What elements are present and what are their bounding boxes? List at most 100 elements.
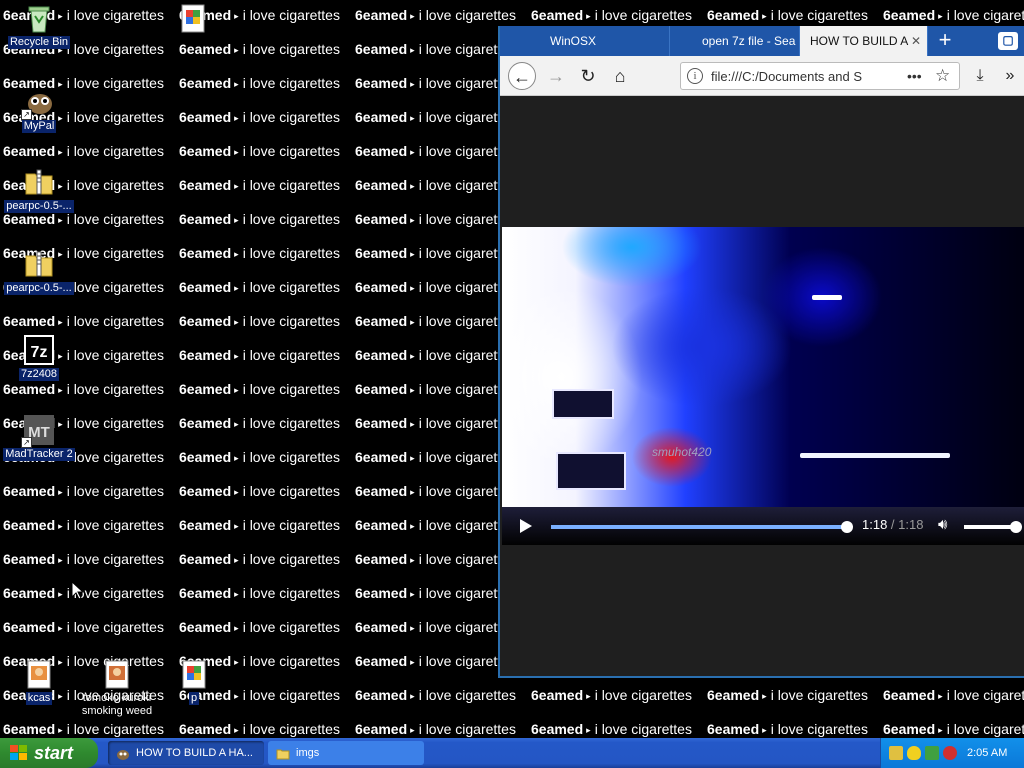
desktop-icon-p[interactable]: p xyxy=(156,658,232,708)
wallpaper-phrase: i love cigarettes xyxy=(66,721,164,737)
wallpaper-text: 6eamed▸i love cigarettes xyxy=(3,549,179,570)
wallpaper-arrow-icon: ▸ xyxy=(234,249,239,259)
wallpaper-text: 6eamed▸i love cigarettes xyxy=(179,311,355,332)
play-icon[interactable] xyxy=(520,519,532,533)
start-button[interactable]: start xyxy=(0,738,98,768)
download-icon[interactable]: ⤓ xyxy=(968,62,992,90)
wallpaper-arrow-icon: ▸ xyxy=(234,181,239,191)
tab-open-7z-search[interactable]: open 7z file - Sea xyxy=(692,26,800,56)
site-info-icon[interactable]: i xyxy=(687,68,703,84)
folder-icon xyxy=(276,746,290,760)
home-button[interactable]: ⌂ xyxy=(606,62,634,90)
desktop-icon-kcas[interactable]: kcas xyxy=(1,658,77,708)
volume-slider[interactable] xyxy=(964,521,1022,533)
clock[interactable]: 2:05 AM xyxy=(967,738,1007,768)
wallpaper-text: 6eamed▸i love cigarettes xyxy=(3,141,179,162)
wallpaper-phrase: i love cigarettes xyxy=(242,75,340,91)
url-text[interactable]: file:///C:/Documents and S xyxy=(711,63,871,91)
back-button[interactable]: ← xyxy=(508,62,536,90)
alert-shield-icon[interactable] xyxy=(943,746,957,760)
new-tab-button[interactable]: + xyxy=(930,26,960,56)
wallpaper-arrow-icon: ▸ xyxy=(410,623,415,633)
page-actions-button[interactable]: ••• xyxy=(907,63,922,89)
wallpaper-text: 6eamed▸i love cigarettes xyxy=(355,685,531,706)
wallpaper-arrow-icon: ▸ xyxy=(58,623,63,633)
wallpaper-phrase: i love cigarettes xyxy=(66,211,164,227)
wallpaper-brand: 6eamed xyxy=(179,211,232,227)
wallpaper-arrow-icon: ▸ xyxy=(234,385,239,395)
video-frame-detail xyxy=(552,389,614,419)
wallpaper-phrase: i love cigarettes xyxy=(242,41,340,57)
desktop-icon-madtracker[interactable]: MT ↗ MadTracker 2 xyxy=(1,414,77,464)
desktop-icon-pearpc-1[interactable]: pearpc-0.5-... xyxy=(1,166,77,216)
wallpaper-brand: 6eamed xyxy=(531,687,584,703)
navigation-toolbar: ← → ↻ ⌂ i file:///C:/Documents and S •••… xyxy=(500,56,1024,96)
security-shield-icon[interactable] xyxy=(907,746,921,760)
wallpaper-brand: 6eamed xyxy=(707,721,760,737)
wallpaper-brand: 6eamed xyxy=(3,551,56,567)
wallpaper-text: 6eamed▸i love cigarettes xyxy=(531,685,707,706)
wallpaper-text: 6eamed▸i love cigarettes xyxy=(707,685,883,706)
wallpaper-brand: 6eamed xyxy=(355,279,408,295)
wallpaper-arrow-icon: ▸ xyxy=(410,113,415,123)
tab-winosx[interactable]: WinOSX xyxy=(540,26,670,56)
desktop-icon-7z2408[interactable]: 7z 7z2408 xyxy=(1,334,77,384)
wallpaper-phrase: i love cigarettes xyxy=(66,109,164,125)
wallpaper-phrase: i love cigarettes xyxy=(242,211,340,227)
image-file-icon xyxy=(101,658,133,690)
close-icon[interactable]: ✕ xyxy=(911,26,921,56)
wallpaper-brand: 6eamed xyxy=(355,347,408,363)
desktop-icon-tomoko[interactable]: tomoko kuroki smoking weed xyxy=(79,658,155,721)
wallpaper-arrow-icon: ▸ xyxy=(410,215,415,225)
mypal-icon: ↗ xyxy=(21,86,55,120)
taskbar-item-browser[interactable]: HOW TO BUILD A HA... xyxy=(108,741,264,765)
wallpaper-arrow-icon: ▸ xyxy=(938,11,943,21)
wallpaper-brand: 6eamed xyxy=(883,721,936,737)
wallpaper-phrase: i love cigarettes xyxy=(66,483,164,499)
wallpaper-arrow-icon: ▸ xyxy=(410,147,415,157)
wallpaper-phrase: i love cigarettes xyxy=(946,7,1024,23)
wallpaper-arrow-icon: ▸ xyxy=(234,419,239,429)
network-icon[interactable] xyxy=(889,746,903,760)
desktop-icon-unnamed[interactable] xyxy=(155,2,231,34)
wallpaper-arrow-icon: ▸ xyxy=(234,147,239,157)
wallpaper-phrase: i love cigarettes xyxy=(594,7,692,23)
wallpaper-brand: 6eamed xyxy=(355,415,408,431)
desktop-icon-mypal[interactable]: ↗ MyPal xyxy=(1,86,77,136)
wallpaper-text: 6eamed▸i love cigarettes xyxy=(179,39,355,60)
wallpaper-phrase: i love cigarettes xyxy=(66,347,164,363)
wallpaper-arrow-icon: ▸ xyxy=(762,11,767,21)
wallpaper-arrow-icon: ▸ xyxy=(234,691,239,701)
safely-remove-icon[interactable] xyxy=(925,746,939,760)
wallpaper-phrase: i love cigarettes xyxy=(770,7,868,23)
desktop-icon-recycle-bin[interactable]: Recycle Bin xyxy=(1,2,77,52)
madtracker-icon: MT ↗ xyxy=(21,414,55,448)
window-restore-button[interactable]: ▢ xyxy=(998,32,1018,50)
forward-button[interactable]: → xyxy=(542,62,570,90)
bookmark-star-icon[interactable]: ☆ xyxy=(935,63,950,89)
wallpaper-phrase: i love cigarettes xyxy=(594,721,692,737)
wallpaper-text: 6eamed▸i love cigarettes xyxy=(179,413,355,434)
volume-thumb[interactable] xyxy=(1010,521,1022,533)
wallpaper-brand: 6eamed xyxy=(355,143,408,159)
wallpaper-arrow-icon: ▸ xyxy=(234,521,239,531)
volume-icon[interactable]: 🔊︎ xyxy=(938,516,947,533)
tab-how-to-build[interactable]: HOW TO BUILD A ✕ xyxy=(800,26,928,56)
wallpaper-brand: 6eamed xyxy=(355,109,408,125)
wallpaper-text: 6eamed▸i love cigarettes xyxy=(179,345,355,366)
progress-bar[interactable] xyxy=(551,521,853,533)
desktop-icon-pearpc-2[interactable]: pearpc-0.5-... xyxy=(1,248,77,298)
overflow-menu-button[interactable]: » xyxy=(998,62,1022,90)
wallpaper-brand: 6eamed xyxy=(883,7,936,23)
progress-thumb[interactable] xyxy=(841,521,853,533)
url-bar[interactable]: i file:///C:/Documents and S ••• ☆ xyxy=(680,62,960,90)
wallpaper-arrow-icon: ▸ xyxy=(58,521,63,531)
tab-title: HOW TO BUILD A xyxy=(810,34,909,48)
video-player[interactable]: smuhot420 xyxy=(502,227,1024,507)
wallpaper-brand: 6eamed xyxy=(179,347,232,363)
wallpaper-arrow-icon: ▸ xyxy=(234,45,239,55)
reload-button[interactable]: ↻ xyxy=(574,62,602,90)
wallpaper-phrase: i love cigarettes xyxy=(242,449,340,465)
wallpaper-text: 6eamed▸i love cigarettes xyxy=(531,5,707,26)
taskbar-item-imgs[interactable]: imgs xyxy=(268,741,424,765)
